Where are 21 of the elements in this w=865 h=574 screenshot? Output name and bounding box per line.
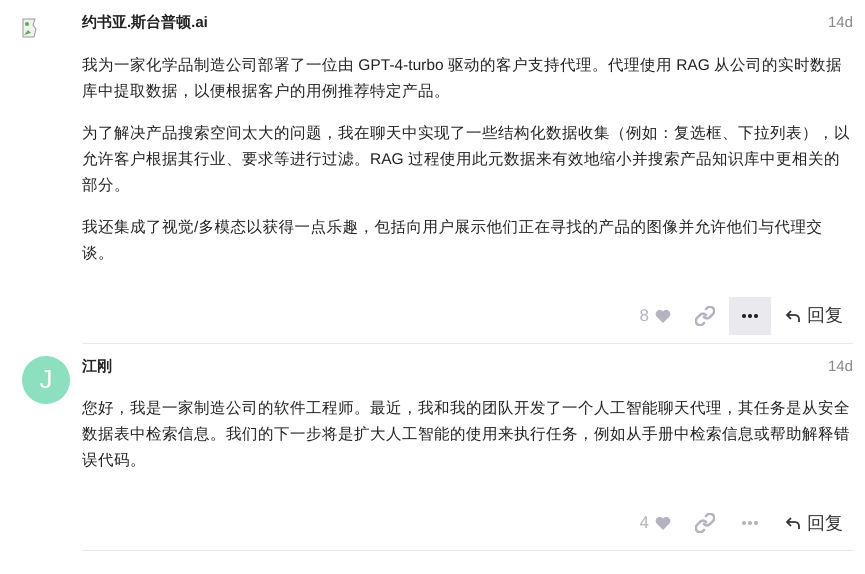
ellipsis-icon (740, 520, 760, 526)
post-paragraph: 您好，我是一家制造公司的软件工程师。最近，我和我的团队开发了一个人工智能聊天代理，其任务是从安全数据表中检索信息。我们的下一步将是扩大人工智能的使用来执行任务，例如从手册中检索信息或帮助解释错误代码。 (82, 399, 851, 471)
reply-button[interactable]: 回复 (775, 504, 853, 542)
heart-icon (655, 516, 671, 530)
heart-icon (655, 308, 671, 322)
reply-button[interactable]: 回复 (775, 296, 853, 334)
post-paragraph: 为了解决产品搜索空间太大的问题，我在聊天中实现了一些结构化数据收集（例如：复选框、下拉列表），以允许客户根据其行业、要求等进行过滤。RAG 过程使用此元数据来有效地缩小并搜索产品知识库中更相关的部分。 (82, 124, 851, 196)
author-name[interactable]: 江刚 (82, 356, 112, 378)
like-button[interactable]: 8 (630, 296, 681, 334)
post-paragraph: 我还集成了视觉/多模态以获得一点乐趣，包括向用户展示他们正在寻找的产品的图像并允许他们与代理交谈。 (82, 218, 824, 264)
like-button[interactable]: 4 (630, 504, 681, 542)
post-time[interactable]: 14d (828, 12, 853, 34)
link-icon (695, 513, 715, 533)
reply-arrow-icon (785, 515, 801, 531)
ellipsis-icon (740, 312, 760, 318)
reply-arrow-icon (785, 308, 801, 324)
post-time[interactable]: 14d (828, 356, 853, 378)
more-button[interactable] (729, 296, 771, 334)
post-paragraph: 我为一家化学品制造公司部署了一位由 GPT-4-turbo 驱动的客户支持代理。代理使用 RAG 从公司的实时数据库中提取数据，以便根据客户的用例推荐特定产品。 (82, 56, 844, 102)
author-name[interactable]: 约书亚.斯台普顿.ai (82, 12, 208, 34)
link-icon (695, 306, 715, 326)
